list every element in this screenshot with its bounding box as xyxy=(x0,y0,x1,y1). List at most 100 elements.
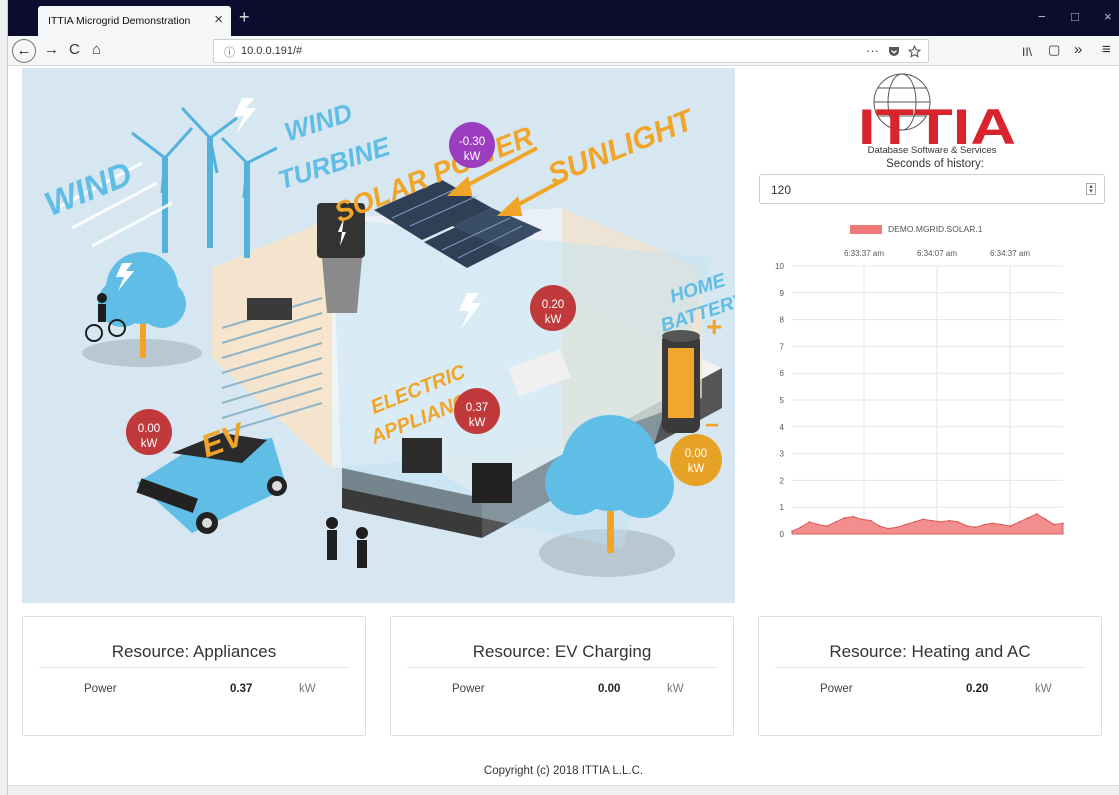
battery-value: 0.00 xyxy=(684,448,708,460)
data-point xyxy=(1053,523,1056,526)
y-tick-label: 2 xyxy=(780,476,785,485)
address-bar[interactable]: ⓘ 10.0.0.191/# ··· xyxy=(213,39,929,63)
label-wind: WIND xyxy=(39,155,137,224)
card-heating-ac: Resource: Heating and AC Power 0.20 kW xyxy=(758,616,1102,736)
ittia-logo: ITTIA xyxy=(858,73,1016,148)
card-power-unit: kW xyxy=(299,683,316,695)
overflow-icon[interactable]: » xyxy=(1074,41,1082,59)
card-title: Resource: Heating and AC xyxy=(829,642,1031,661)
appliance-bubble: 0.37 kW xyxy=(454,388,500,434)
site-info-icon[interactable]: ⓘ xyxy=(224,44,235,60)
y-tick-label: 1 xyxy=(780,503,785,512)
data-point xyxy=(861,518,863,521)
new-tab-icon[interactable]: + xyxy=(239,7,250,27)
library-icon[interactable]: II\ xyxy=(1022,43,1032,61)
data-point xyxy=(791,530,793,533)
heating-unit: kW xyxy=(544,314,562,326)
solar-power-value: -0.30 xyxy=(458,136,486,148)
card-power-value: 0.37 xyxy=(230,683,253,695)
y-tick-label: 0 xyxy=(780,530,785,539)
data-point xyxy=(1027,517,1029,519)
copyright-footer: Copyright (c) 2018 ITTIA L.L.C. xyxy=(483,765,644,777)
data-point xyxy=(1062,522,1064,525)
data-point xyxy=(948,519,951,522)
page-actions-icon[interactable]: ··· xyxy=(866,43,879,58)
card-title: Resource: EV Charging xyxy=(472,642,652,661)
label-sunlight: SUNLIGHT xyxy=(543,103,700,192)
data-point xyxy=(826,525,828,527)
history-label: Seconds of history: xyxy=(886,158,984,170)
card-power-value: 0.00 xyxy=(598,683,621,695)
label-battery-minus: − xyxy=(705,412,719,439)
data-point xyxy=(974,526,977,529)
label-battery-plus: + xyxy=(706,311,722,342)
history-seconds-value[interactable]: 120 xyxy=(771,183,791,197)
y-tick-label: 3 xyxy=(780,450,785,459)
data-point xyxy=(1018,521,1021,523)
data-point xyxy=(1036,513,1038,515)
data-point xyxy=(1001,523,1003,526)
label-wind-turbine-1: WIND xyxy=(281,97,356,147)
data-point xyxy=(1009,525,1012,527)
y-tick-label: 5 xyxy=(780,396,785,405)
history-panel: ITTIA Database Software & Services Secon… xyxy=(750,68,1119,603)
data-point xyxy=(957,521,959,523)
data-point xyxy=(869,519,872,522)
spinner-icon[interactable]: ▴ ▾ xyxy=(1086,183,1096,195)
x-tick-label: 6:33:37 am xyxy=(844,249,884,258)
window-left-edge xyxy=(0,0,8,795)
minimize-icon[interactable]: − xyxy=(1038,10,1046,24)
legend-swatch xyxy=(850,225,882,234)
data-point xyxy=(904,523,907,526)
data-point xyxy=(931,519,933,522)
battery-unit: kW xyxy=(687,463,705,475)
solar-power-unit: kW xyxy=(463,151,481,163)
card-power-value: 0.20 xyxy=(966,683,989,695)
x-tick-label: 6:34:37 am xyxy=(990,249,1030,258)
card-appliances: Resource: Appliances Power 0.37 kW xyxy=(22,616,366,736)
data-point xyxy=(922,518,924,521)
heating-bubble: 0.20 kW xyxy=(530,285,576,331)
data-point xyxy=(913,521,916,523)
logo-text: ITTIA xyxy=(858,99,1016,148)
card-power-unit: kW xyxy=(667,683,684,695)
y-tick-label: 6 xyxy=(780,369,785,378)
data-point xyxy=(966,525,968,527)
ev-unit: kW xyxy=(140,438,158,450)
restore-icon[interactable]: □ xyxy=(1071,10,1079,24)
y-tick-label: 4 xyxy=(780,423,785,432)
horizontal-scrollbar[interactable] xyxy=(8,785,1119,795)
data-point xyxy=(939,521,942,523)
card-power-label: Power xyxy=(452,683,485,695)
forward-icon[interactable]: → xyxy=(44,41,59,59)
battery-bubble: 0.00 kW xyxy=(670,434,722,486)
card-divider xyxy=(39,667,349,668)
card-title: Resource: Appliances xyxy=(111,642,277,661)
card-power-unit: kW xyxy=(1035,683,1052,695)
legend-label[interactable]: DEMO.MGRID.SOLAR.1 xyxy=(888,224,982,234)
wind-turbines xyxy=(131,106,278,258)
microgrid-illustration: WIND WIND TURBINE SOLAR POWER SUNLIGHT H… xyxy=(22,68,735,603)
navigation-bar: ← → C ⌂ ⓘ 10.0.0.191/# ··· II\ ▢ » ≡ xyxy=(8,36,1119,66)
data-point xyxy=(878,525,881,527)
history-seconds-input[interactable]: 120 ▴ ▾ xyxy=(759,174,1105,204)
pocket-icon[interactable] xyxy=(888,46,900,58)
tab-bar: ITTIA Microgrid Demonstration × + − □ × xyxy=(8,0,1119,36)
close-window-icon[interactable]: × xyxy=(1104,10,1112,24)
tab-active[interactable]: ITTIA Microgrid Demonstration × xyxy=(38,6,231,36)
ev-value: 0.00 xyxy=(137,423,161,435)
card-divider xyxy=(407,667,717,668)
menu-icon[interactable]: ≡ xyxy=(1102,41,1111,59)
appliance-value: 0.37 xyxy=(465,402,489,414)
url-text[interactable]: 10.0.0.191/# xyxy=(241,45,302,57)
card-power-label: Power xyxy=(820,683,853,695)
y-tick-label: 9 xyxy=(780,289,785,298)
appliance-unit: kW xyxy=(468,417,486,429)
reload-icon[interactable]: C xyxy=(69,41,80,59)
home-icon[interactable]: ⌂ xyxy=(92,41,101,59)
sidebar-icon[interactable]: ▢ xyxy=(1048,41,1060,59)
data-point xyxy=(808,521,811,523)
tab-close-icon[interactable]: × xyxy=(214,12,223,28)
back-icon[interactable]: ← xyxy=(12,39,36,63)
bookmark-star-icon[interactable] xyxy=(908,45,921,58)
